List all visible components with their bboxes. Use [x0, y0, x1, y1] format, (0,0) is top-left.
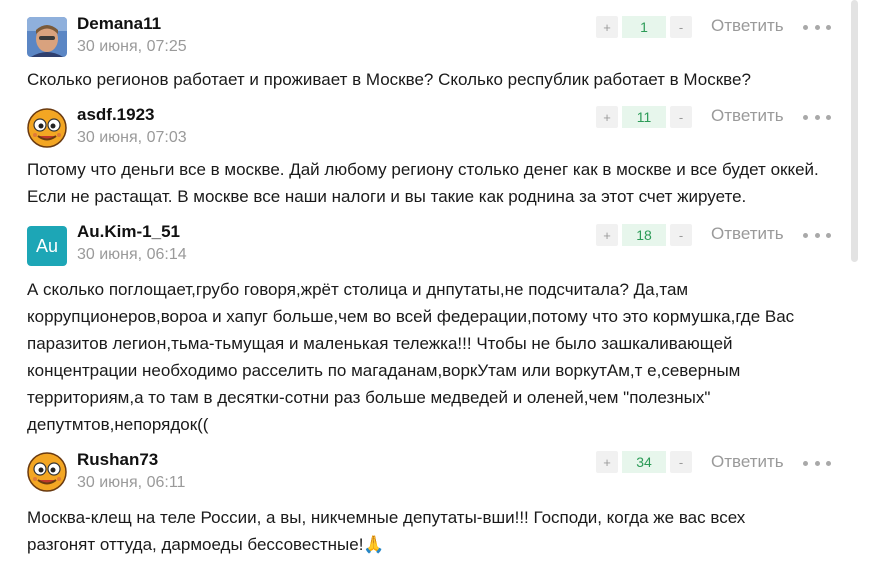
reply-button[interactable]: Ответить [711, 224, 784, 244]
username[interactable]: Au.Kim-1_51 [77, 222, 180, 242]
scrollbar[interactable] [851, 0, 858, 262]
comment: Au Au.Kim-1_51 30 июня, 06:14 + 18 - Отв… [0, 218, 850, 448]
more-options-icon[interactable] [803, 22, 831, 32]
username[interactable]: Demana11 [77, 14, 161, 34]
avatar[interactable] [27, 108, 67, 148]
vote-control: + 18 - [596, 224, 692, 246]
comment: asdf.1923 30 июня, 07:03 + 11 - Ответить… [0, 100, 850, 215]
downvote-button[interactable]: - [670, 106, 692, 128]
username[interactable]: Rushan73 [77, 450, 158, 470]
downvote-button[interactable]: - [670, 16, 692, 38]
reply-button[interactable]: Ответить [711, 16, 784, 36]
comment: Rushan73 30 июня, 06:11 + 34 - Ответить … [0, 448, 850, 562]
comments-list: Demana11 30 июня, 07:25 + 1 - Ответить С… [0, 0, 885, 562]
comment-text: Москва-клещ на теле России, а вы, никчем… [27, 508, 746, 554]
more-options-icon[interactable] [803, 230, 831, 240]
avatar[interactable] [27, 452, 67, 492]
timestamp: 30 июня, 06:11 [77, 474, 186, 491]
comment-text: Сколько регионов работает и проживает в … [27, 70, 751, 89]
reply-button[interactable]: Ответить [711, 106, 784, 126]
upvote-button[interactable]: + [596, 106, 618, 128]
timestamp: 30 июня, 07:03 [77, 129, 187, 146]
vote-count: 1 [622, 16, 666, 38]
upvote-button[interactable]: + [596, 224, 618, 246]
downvote-button[interactable]: - [670, 224, 692, 246]
timestamp: 30 июня, 06:14 [77, 246, 187, 263]
timestamp: 30 июня, 07:25 [77, 38, 187, 55]
comment-text: А сколько поглощает,грубо говоря,жрёт ст… [27, 280, 795, 434]
vote-count: 18 [622, 224, 666, 246]
avatar-initials: Au [35, 235, 59, 256]
vote-count: 11 [622, 106, 666, 128]
reply-button[interactable]: Ответить [711, 452, 784, 472]
vote-count: 34 [622, 451, 666, 473]
comment: Demana11 30 июня, 07:25 + 1 - Ответить С… [0, 0, 850, 100]
vote-control: + 11 - [596, 106, 692, 128]
username[interactable]: asdf.1923 [77, 105, 155, 125]
downvote-button[interactable]: - [670, 451, 692, 473]
comment-text: Потому что деньги все в москве. Дай любо… [27, 160, 819, 206]
vote-control: + 34 - [596, 451, 692, 473]
more-options-icon[interactable] [803, 458, 831, 468]
more-options-icon[interactable] [803, 112, 831, 122]
upvote-button[interactable]: + [596, 451, 618, 473]
avatar[interactable] [27, 17, 67, 57]
avatar[interactable]: Au [27, 226, 67, 266]
vote-control: + 1 - [596, 16, 692, 38]
upvote-button[interactable]: + [596, 16, 618, 38]
